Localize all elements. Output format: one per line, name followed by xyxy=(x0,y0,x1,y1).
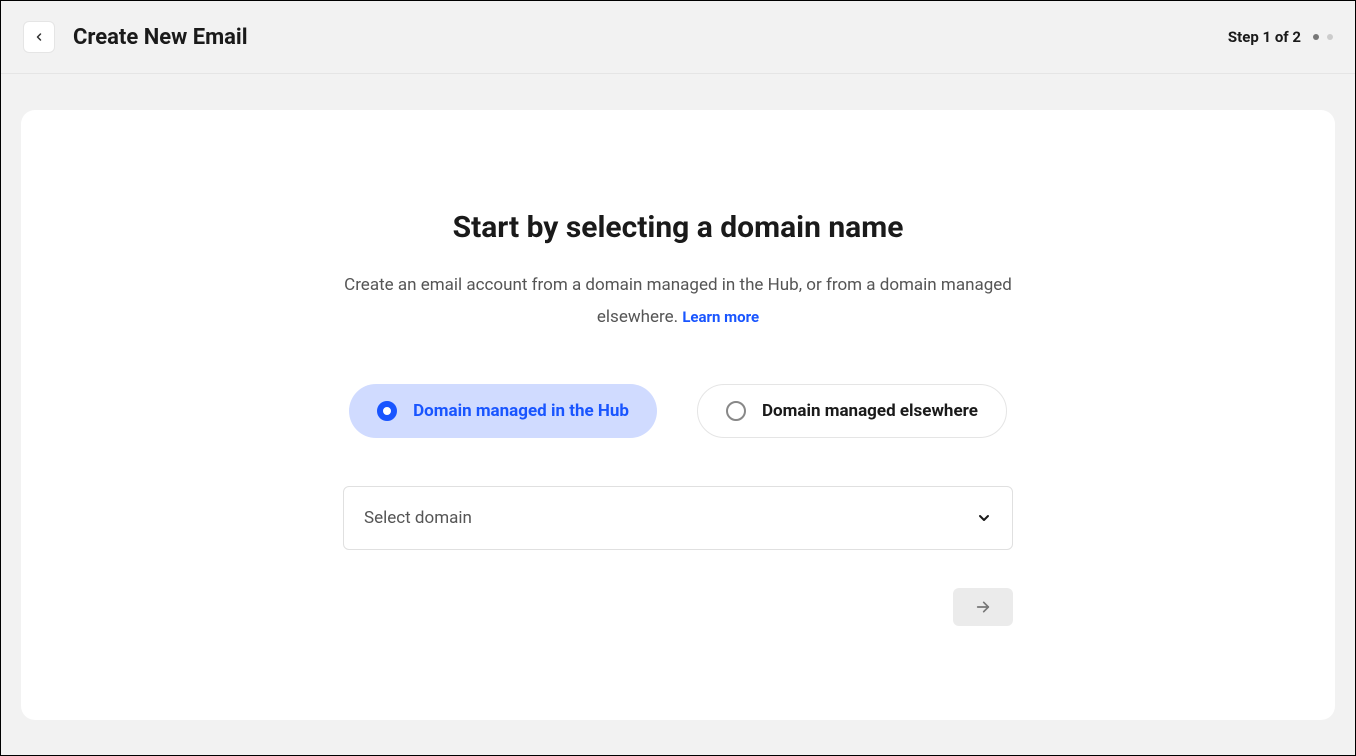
learn-more-link[interactable]: Learn more xyxy=(682,308,759,326)
radio-selected-icon xyxy=(377,401,397,421)
page-title: Create New Email xyxy=(73,25,248,50)
header-left: Create New Email xyxy=(23,21,248,53)
option-domain-elsewhere[interactable]: Domain managed elsewhere xyxy=(697,384,1007,438)
next-button[interactable] xyxy=(953,588,1013,626)
arrow-right-icon xyxy=(975,599,991,615)
step-indicator: Step 1 of 2 xyxy=(1228,28,1301,46)
select-wrapper: Select domain xyxy=(343,486,1013,550)
step-dots xyxy=(1313,34,1333,40)
option-domain-hub[interactable]: Domain managed in the Hub xyxy=(349,384,657,438)
option-label: Domain managed elsewhere xyxy=(762,401,978,421)
domain-options: Domain managed in the Hub Domain managed… xyxy=(308,384,1048,438)
chevron-left-icon xyxy=(33,31,45,43)
actions xyxy=(343,588,1013,626)
step-dot-inactive xyxy=(1327,34,1333,40)
chevron-down-icon xyxy=(976,510,992,526)
content: Start by selecting a domain name Create … xyxy=(308,210,1048,626)
description: Create an email account from a domain ma… xyxy=(308,269,1048,334)
back-button[interactable] xyxy=(23,21,55,53)
radio-unselected-icon xyxy=(726,401,746,421)
option-label: Domain managed in the Hub xyxy=(413,401,629,421)
step-dot-active xyxy=(1313,34,1319,40)
domain-select[interactable]: Select domain xyxy=(343,486,1013,550)
header-right: Step 1 of 2 xyxy=(1228,28,1333,46)
main-heading: Start by selecting a domain name xyxy=(308,210,1048,245)
select-placeholder: Select domain xyxy=(364,508,472,528)
description-text: Create an email account from a domain ma… xyxy=(344,275,1012,327)
page-header: Create New Email Step 1 of 2 xyxy=(1,1,1355,74)
main-card: Start by selecting a domain name Create … xyxy=(21,110,1335,720)
